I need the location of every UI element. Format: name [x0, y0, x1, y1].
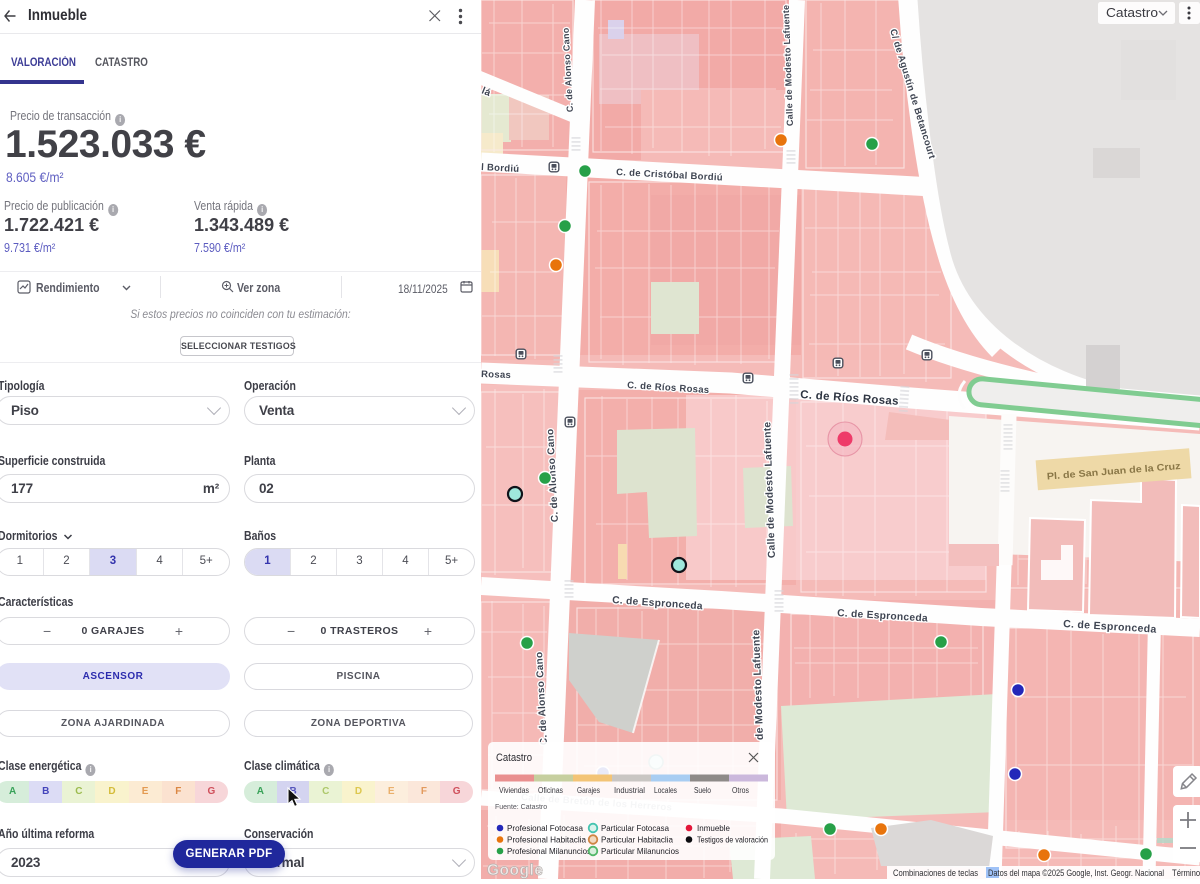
- svg-text:Testigos de valoración: Testigos de valoración: [697, 835, 768, 845]
- svg-text:Términos: Términos: [1172, 868, 1200, 878]
- svg-text:Viviendas: Viviendas: [499, 785, 529, 795]
- svg-text:Particular Habitaclia: Particular Habitaclia: [601, 835, 673, 845]
- svg-text:Particular Fotocasa: Particular Fotocasa: [601, 823, 669, 833]
- svg-text:Rosas: Rosas: [481, 369, 511, 381]
- svg-text:Fuente: Catastro: Fuente: Catastro: [495, 804, 547, 811]
- svg-text:Inmueble: Inmueble: [697, 823, 730, 833]
- svg-text:Google: Google: [487, 862, 543, 879]
- svg-text:l Bordiú: l Bordiú: [481, 162, 520, 175]
- svg-text:Datos del mapa ©2025 Google, I: Datos del mapa ©2025 Google, Inst. Geogr…: [988, 868, 1164, 878]
- svg-text:Catastro: Catastro: [1106, 6, 1158, 20]
- svg-text:Catastro: Catastro: [496, 752, 532, 764]
- svg-text:Particular Milanuncios: Particular Milanuncios: [601, 846, 679, 856]
- svg-text:Profesional Fotocasa: Profesional Fotocasa: [507, 823, 583, 833]
- svg-text:Industrial: Industrial: [614, 785, 645, 795]
- svg-text:Locales: Locales: [654, 785, 677, 795]
- svg-text:Profesional Habitaclia: Profesional Habitaclia: [507, 835, 586, 845]
- svg-text:Suelo: Suelo: [694, 785, 711, 795]
- svg-text:Otros: Otros: [732, 785, 749, 795]
- svg-text:Garajes: Garajes: [577, 785, 600, 795]
- svg-text:Combinaciones de teclas: Combinaciones de teclas: [893, 868, 978, 878]
- svg-text:Profesional Milanuncios: Profesional Milanuncios: [507, 846, 591, 856]
- svg-text:Oficinas: Oficinas: [538, 785, 563, 795]
